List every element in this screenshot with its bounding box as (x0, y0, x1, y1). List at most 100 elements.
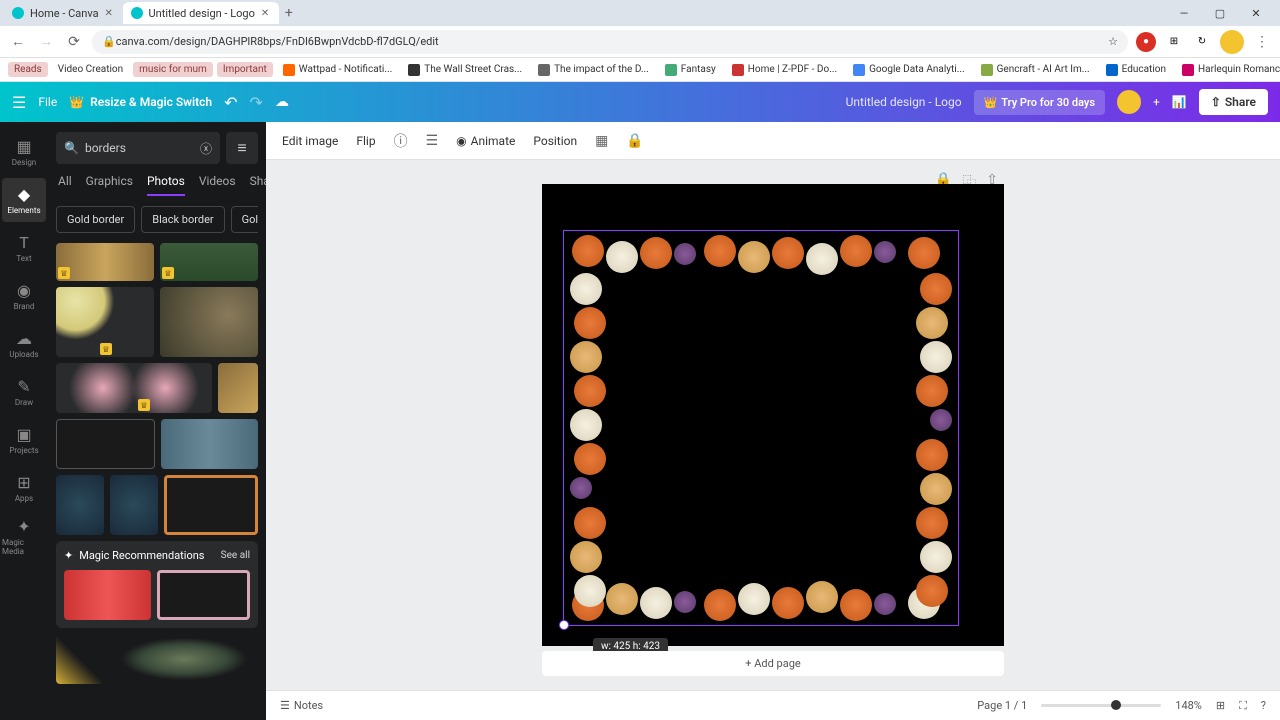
rail-text[interactable]: TText (2, 226, 46, 270)
minimize-button[interactable]: — (1172, 3, 1196, 23)
chip-gold-line[interactable]: Gold lin (231, 206, 258, 233)
menu-icon[interactable]: ⋮ (1252, 32, 1272, 52)
bookmark-item[interactable]: Google Data Analyti... (847, 62, 971, 78)
design-page[interactable] (542, 184, 1004, 646)
zoom-slider[interactable] (1041, 704, 1161, 707)
forward-button[interactable]: → (36, 32, 56, 52)
chip-gold-border[interactable]: Gold border (56, 206, 135, 233)
help-icon[interactable]: ? (1261, 699, 1266, 712)
bookmark-item[interactable]: The Wall Street Cras... (402, 62, 528, 78)
bookmark-item[interactable]: Important (217, 62, 273, 77)
redo-button[interactable]: ↷ (250, 93, 263, 112)
result-thumb[interactable] (110, 475, 158, 535)
position-button[interactable]: Position (533, 134, 577, 148)
rail-magic-media[interactable]: ✦Magic Media (2, 514, 46, 558)
url-input[interactable]: 🔒 canva.com/design/DAGHPlR8bps/FnDl6Bwpn… (92, 30, 1128, 54)
grid-view-icon[interactable]: ⊞ (1216, 699, 1225, 712)
rail-draw[interactable]: ✎Draw (2, 370, 46, 414)
close-icon[interactable]: ✕ (105, 8, 115, 18)
browser-tab-active[interactable]: Untitled design - Logo ✕ (123, 2, 279, 24)
extension-icon[interactable]: ● (1136, 32, 1156, 52)
bookmark-item[interactable]: Fantasy (659, 62, 722, 78)
maximize-button[interactable]: ▢ (1208, 3, 1232, 23)
share-button[interactable]: ⇧Share (1199, 89, 1268, 115)
zoom-level[interactable]: 148% (1175, 699, 1202, 712)
list-icon[interactable]: ☰ (426, 133, 439, 149)
browser-tab[interactable]: Home - Canva ✕ (4, 2, 123, 24)
bookmark-item[interactable]: Wattpad - Notificati... (277, 62, 398, 78)
selected-element[interactable] (563, 230, 959, 626)
flip-button[interactable]: Flip (356, 134, 375, 148)
result-thumb[interactable] (218, 363, 258, 413)
filter-button[interactable]: ≡ (226, 132, 258, 164)
bookmark-item[interactable]: Education (1100, 62, 1172, 78)
tab-videos[interactable]: Videos (199, 174, 236, 196)
rail-design[interactable]: ▦Design (2, 130, 46, 174)
result-thumb[interactable] (160, 287, 258, 357)
chip-black-border[interactable]: Black border (141, 206, 224, 233)
result-thumb[interactable]: ♕ (56, 287, 154, 357)
new-tab-button[interactable]: + (279, 3, 299, 23)
rail-apps[interactable]: ⊞Apps (2, 466, 46, 510)
file-menu[interactable]: File (38, 95, 57, 109)
fullscreen-icon[interactable]: ⛶ (1239, 699, 1247, 713)
result-thumb[interactable] (64, 570, 151, 620)
bookmark-item[interactable]: The impact of the D... (532, 62, 655, 78)
bookmark-item[interactable]: Home | Z-PDF - Do... (726, 62, 843, 78)
bookmark-item[interactable]: Harlequin Romance... (1176, 62, 1280, 78)
animate-button[interactable]: ◉Animate (456, 134, 515, 148)
edit-image-button[interactable]: Edit image (282, 134, 338, 148)
rail-uploads[interactable]: ☁Uploads (2, 322, 46, 366)
tab-all[interactable]: All (58, 174, 72, 196)
result-thumb[interactable] (56, 634, 104, 684)
star-icon[interactable]: ☆ (1108, 35, 1118, 48)
result-thumb[interactable] (56, 419, 155, 469)
extension-icon[interactable]: ⊞ (1164, 32, 1184, 52)
result-thumb[interactable] (157, 570, 250, 620)
analytics-icon[interactable]: 📊 (1172, 95, 1187, 109)
see-all-link[interactable]: See all (221, 550, 250, 561)
design-title[interactable]: Untitled design - Logo (846, 95, 962, 109)
result-thumb[interactable]: ♕ (160, 243, 258, 281)
try-pro-button[interactable]: 👑Try Pro for 30 days (974, 90, 1105, 115)
back-button[interactable]: ← (8, 32, 28, 52)
canvas-viewport[interactable]: 🔒 ⿻ ⇧ (266, 160, 1280, 720)
rail-projects[interactable]: ▣Projects (2, 418, 46, 462)
rail-elements[interactable]: ◆Elements (2, 178, 46, 222)
rail-brand[interactable]: ◉Brand (2, 274, 46, 318)
result-thumb[interactable] (164, 475, 258, 535)
bookmark-item[interactable]: Video Creation (52, 62, 129, 77)
history-icon[interactable]: ↻ (1192, 32, 1212, 52)
menu-button[interactable]: ☰ (12, 93, 26, 112)
result-thumb[interactable] (110, 634, 258, 684)
bookmark-item[interactable]: music for mum (133, 62, 213, 77)
bookmark-item[interactable]: Reads (8, 62, 48, 77)
search-input[interactable]: 🔍 borders ⓧ (56, 132, 220, 164)
reload-button[interactable]: ⟳ (64, 32, 84, 52)
transparency-icon[interactable]: ▦ (595, 133, 608, 149)
lock-icon[interactable]: 🔒 (626, 133, 643, 149)
page-indicator[interactable]: Page 1 / 1 (977, 699, 1027, 712)
clear-search-icon[interactable]: ⓧ (200, 140, 212, 157)
tab-graphics[interactable]: Graphics (86, 174, 133, 196)
avatar[interactable] (1117, 90, 1141, 114)
close-icon[interactable]: ✕ (261, 8, 271, 18)
favicon (981, 64, 993, 76)
notes-button[interactable]: ☰Notes (280, 699, 323, 712)
result-thumb[interactable] (161, 419, 258, 469)
undo-button[interactable]: ↶ (224, 93, 237, 112)
tab-photos[interactable]: Photos (147, 174, 185, 196)
result-thumb[interactable]: ♕ (56, 243, 154, 281)
result-thumb[interactable]: ♕ (56, 363, 212, 413)
profile-avatar[interactable] (1220, 30, 1244, 54)
zoom-slider-thumb[interactable] (1111, 700, 1121, 710)
tab-shapes[interactable]: Shapes (250, 174, 266, 196)
info-icon[interactable]: ⓘ (394, 131, 408, 151)
add-page-button[interactable]: + Add page (542, 651, 1004, 676)
bookmark-item[interactable]: Gencraft - AI Art Im... (975, 62, 1096, 78)
resize-handle[interactable] (559, 620, 569, 630)
close-window-button[interactable]: ✕ (1244, 3, 1268, 23)
add-member-button[interactable]: + (1153, 95, 1160, 109)
resize-button[interactable]: 👑Resize & Magic Switch (69, 95, 212, 109)
result-thumb[interactable] (56, 475, 104, 535)
